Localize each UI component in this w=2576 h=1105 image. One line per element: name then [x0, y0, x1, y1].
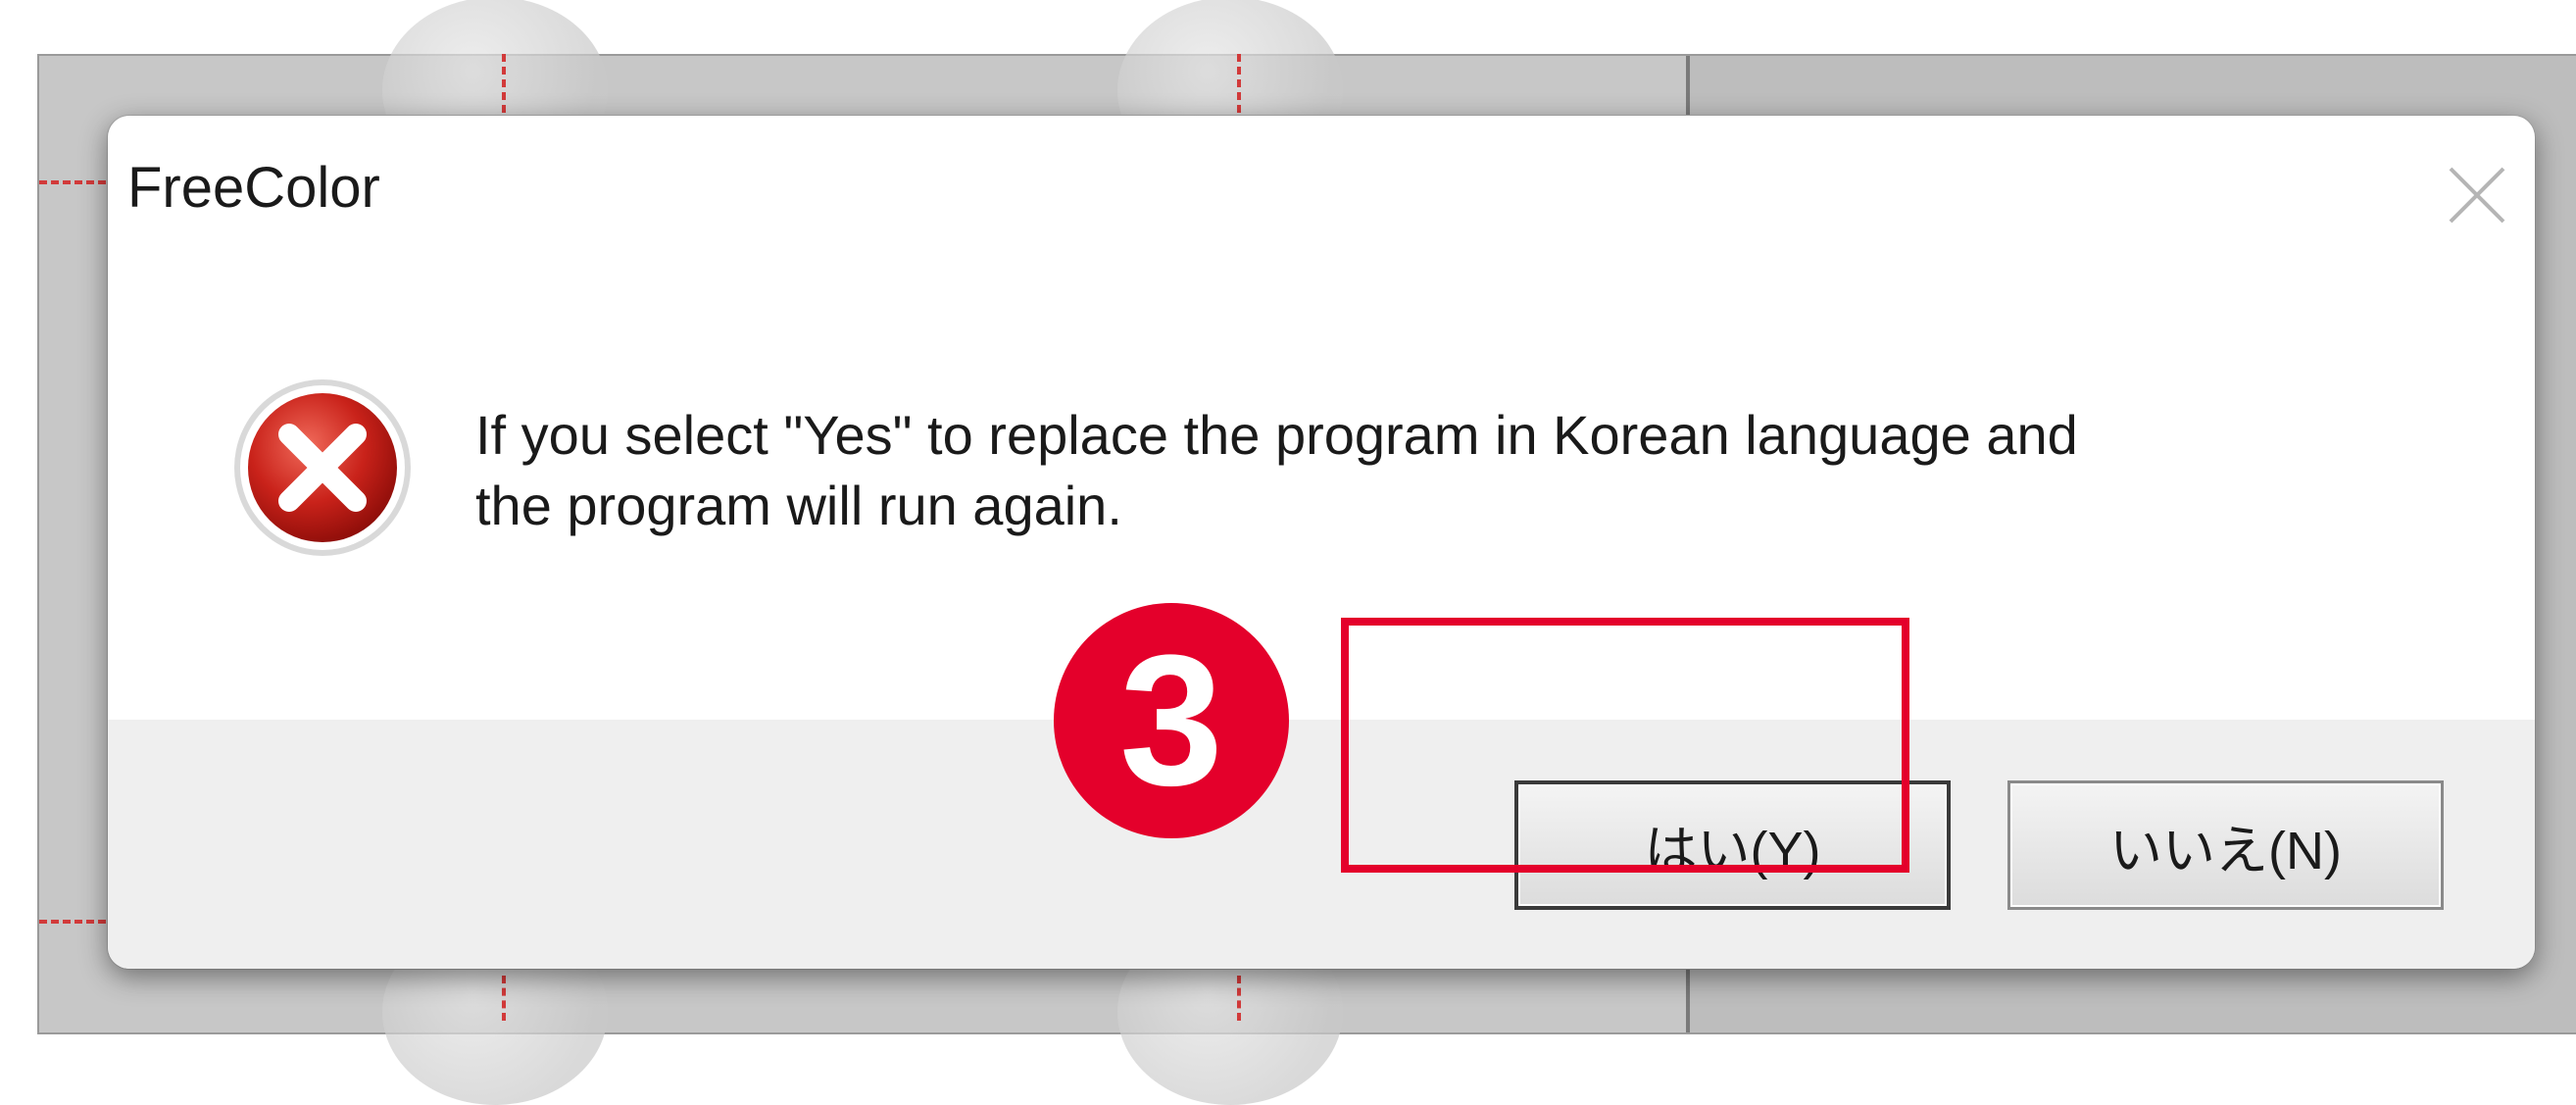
message-dialog: FreeColor If you select "Yes" to replace…: [108, 116, 2535, 969]
guide-line: [39, 920, 106, 924]
guide-line: [502, 54, 506, 113]
step-number-badge: 3: [1054, 603, 1289, 838]
close-icon: [2449, 167, 2505, 224]
dialog-message: If you select "Yes" to replace the progr…: [475, 400, 2436, 541]
guide-line: [1237, 976, 1241, 1021]
guide-line: [502, 976, 506, 1021]
message-line: If you select "Yes" to replace the progr…: [475, 404, 2078, 466]
guide-line: [1237, 54, 1241, 113]
message-line: the program will run again.: [475, 475, 1122, 536]
dialog-titlebar: FreeColor: [108, 116, 2535, 253]
no-button[interactable]: いいえ(N): [2007, 780, 2444, 910]
highlight-box: [1341, 618, 1909, 873]
close-button[interactable]: [2435, 153, 2519, 237]
dialog-title: FreeColor: [127, 156, 380, 220]
guide-line: [39, 180, 106, 184]
error-icon: [234, 379, 411, 556]
